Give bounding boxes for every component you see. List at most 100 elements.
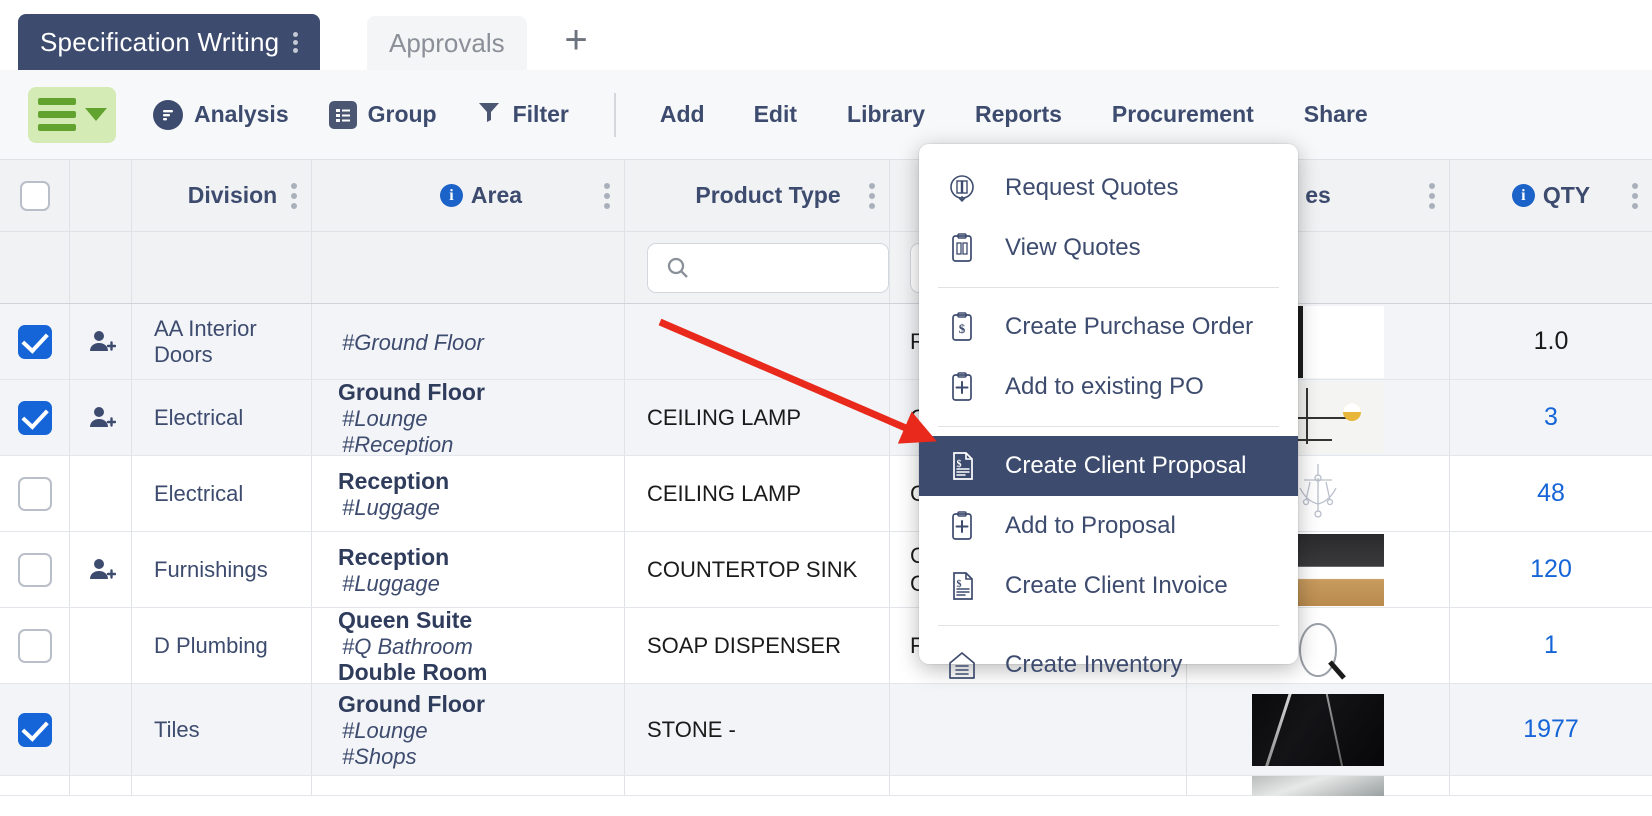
column-header-text: QTY xyxy=(1542,182,1591,208)
filter-cell xyxy=(0,232,70,303)
procurement-button[interactable]: Procurement xyxy=(1112,101,1254,128)
column-header-division[interactable]: Division xyxy=(132,160,312,231)
row-select-cell[interactable] xyxy=(0,684,70,775)
table-row[interactable]: Tiles Ground Floor #Lounge #Shops STONE … xyxy=(0,684,1652,776)
add-clipboard-icon xyxy=(945,370,979,404)
division-text: Electrical xyxy=(154,404,244,430)
menu-item-create-client-proposal[interactable]: $ Create Client Proposal xyxy=(919,436,1298,496)
table-row[interactable]: Furnishings Reception #Luggage COUNTERTO… xyxy=(0,532,1652,608)
cell-description xyxy=(890,776,1187,795)
menu-item-label: Add to existing PO xyxy=(1005,373,1204,400)
menu-item-create-purchase-order[interactable]: $ Create Purchase Order xyxy=(919,297,1298,357)
menu-item-view-quotes[interactable]: View Quotes xyxy=(919,218,1298,278)
filter-cell-division xyxy=(132,232,312,303)
add-tab-icon[interactable]: + xyxy=(556,20,596,60)
add-person-icon xyxy=(89,406,116,427)
table-row-partial[interactable] xyxy=(0,775,1652,796)
search-input-product-type[interactable] xyxy=(647,242,889,293)
column-header-product-type[interactable]: Product Type xyxy=(625,160,890,231)
group-button[interactable]: Group xyxy=(328,100,437,129)
table-row[interactable]: AA Interior Doors #Ground Floor R 1.0 xyxy=(0,304,1652,380)
row-checkbox[interactable] xyxy=(17,712,52,747)
hamburger-menu-icon xyxy=(37,98,76,131)
area-stack: #Ground Floor xyxy=(338,304,624,379)
cell-division: Tiles xyxy=(132,684,312,775)
menu-item-create-client-invoice[interactable]: $ Create Client Invoice xyxy=(919,556,1298,616)
cell-qty: 1.0 xyxy=(1450,304,1652,379)
menu-divider xyxy=(938,625,1279,626)
info-icon[interactable]: i xyxy=(439,184,463,207)
menu-item-label: Request Quotes xyxy=(1005,174,1179,201)
menu-item-request-quotes[interactable]: Request Quotes xyxy=(919,158,1298,218)
table-row[interactable]: Electrical Reception #Luggage CEILING LA… xyxy=(0,456,1652,532)
product-thumbnail[interactable] xyxy=(1252,693,1384,766)
analysis-icon xyxy=(153,99,183,130)
cell-image[interactable] xyxy=(1187,775,1450,796)
column-header-area[interactable]: i Area xyxy=(312,160,625,231)
product-type-text: CEILING LAMP xyxy=(647,404,802,430)
area-stack: Reception #Luggage xyxy=(338,532,624,607)
row-checkbox[interactable] xyxy=(17,400,52,435)
column-options-icon[interactable] xyxy=(1632,182,1638,209)
menu-item-create-inventory[interactable]: Create Inventory xyxy=(919,635,1298,695)
column-options-icon[interactable] xyxy=(291,182,297,209)
filter-funnel-icon xyxy=(476,99,502,131)
product-type-text: SOAP DISPENSER xyxy=(647,632,841,658)
cell-qty: 1977 xyxy=(1450,684,1652,775)
filter-button[interactable]: Filter xyxy=(476,99,569,131)
hamburger-menu-button[interactable] xyxy=(28,86,116,143)
row-assign-cell[interactable] xyxy=(70,304,132,379)
add-person-icon xyxy=(89,558,116,579)
row-checkbox[interactable] xyxy=(17,476,52,511)
row-select-cell[interactable] xyxy=(0,776,70,795)
area-stack: Ground Floor #Lounge #Reception xyxy=(338,380,624,455)
row-select-cell[interactable] xyxy=(0,456,70,531)
row-assign-cell[interactable] xyxy=(70,532,132,607)
select-all-header[interactable] xyxy=(0,160,70,231)
add-button[interactable]: Add xyxy=(660,101,705,128)
row-select-cell[interactable] xyxy=(0,608,70,683)
row-checkbox[interactable] xyxy=(17,628,52,663)
product-thumbnail[interactable] xyxy=(1252,775,1384,796)
row-checkbox[interactable] xyxy=(17,324,52,359)
cell-image[interactable] xyxy=(1187,684,1450,775)
toolbar: Analysis Group Filter Add Edit Library R… xyxy=(0,70,1652,160)
qty-value: 48 xyxy=(1537,479,1565,507)
edit-button[interactable]: Edit xyxy=(754,101,797,128)
cell-product-type xyxy=(625,304,890,379)
column-header-qty[interactable]: i QTY xyxy=(1450,160,1652,231)
column-options-icon[interactable] xyxy=(1429,182,1435,209)
menu-item-add-to-proposal[interactable]: Add to Proposal xyxy=(919,496,1298,556)
cell-qty xyxy=(1450,776,1652,795)
row-checkbox[interactable] xyxy=(17,552,52,587)
area-title: Reception xyxy=(338,544,450,571)
filter-cell-qty xyxy=(1450,232,1652,303)
cell-division: Electrical xyxy=(132,456,312,531)
analysis-button[interactable]: Analysis xyxy=(153,99,289,130)
info-icon[interactable]: i xyxy=(1511,184,1535,207)
reports-button[interactable]: Reports xyxy=(975,101,1062,128)
tab-approvals[interactable]: Approvals xyxy=(367,16,527,70)
share-button[interactable]: Share xyxy=(1304,101,1368,128)
division-text: D Plumbing xyxy=(154,632,268,658)
row-select-cell[interactable] xyxy=(0,380,70,455)
area-stack: Reception #Luggage xyxy=(338,456,624,531)
row-assign-cell[interactable] xyxy=(70,380,132,455)
cell-area: Reception #Luggage xyxy=(312,456,625,531)
column-options-icon[interactable] xyxy=(869,182,875,209)
area-stack: Ground Floor #Lounge #Shops xyxy=(338,684,624,775)
table-row[interactable]: D Plumbing Queen Suite #Q Bathroom Doubl… xyxy=(0,608,1652,684)
menu-item-add-to-existing-po[interactable]: Add to existing PO xyxy=(919,357,1298,417)
tab-specification-writing[interactable]: Specification Writing xyxy=(18,14,321,70)
qty-value: 1.0 xyxy=(1533,327,1569,355)
cell-division: Furnishings xyxy=(132,532,312,607)
tab-options-icon[interactable] xyxy=(293,31,299,53)
chevron-down-icon xyxy=(84,108,107,121)
library-button[interactable]: Library xyxy=(847,101,925,128)
select-all-checkbox[interactable] xyxy=(19,180,50,211)
row-select-cell[interactable] xyxy=(0,532,70,607)
inventory-home-icon xyxy=(945,648,979,682)
column-options-icon[interactable] xyxy=(604,182,610,209)
row-select-cell[interactable] xyxy=(0,304,70,379)
table-row[interactable]: Electrical Ground Floor #Lounge #Recepti… xyxy=(0,380,1652,456)
